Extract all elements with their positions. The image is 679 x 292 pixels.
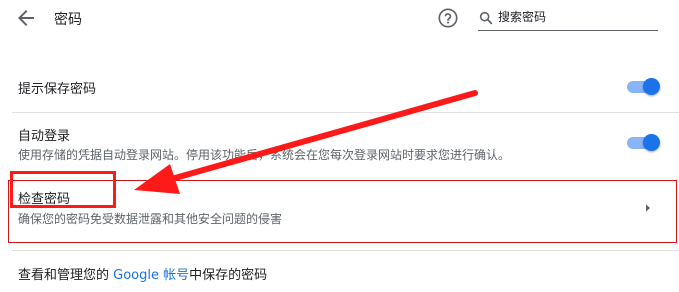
auto-signin-label: 自动登录 (18, 129, 71, 144)
divider (12, 250, 679, 251)
manage-passwords-row: 查看和管理您的 Google 帐号中保存的密码 (0, 256, 679, 290)
check-passwords-description: 确保您的密码免受数据泄露和其他安全问题的侵害 (18, 212, 283, 226)
help-circle-icon[interactable] (437, 7, 459, 29)
manage-passwords-text: 查看和管理您的 Google 帐号中保存的密码 (18, 264, 267, 283)
google-account-link[interactable]: Google 帐号 (113, 268, 189, 283)
arrow-back-icon[interactable] (14, 6, 38, 30)
offer-to-save-label: 提示保存密码 (18, 82, 97, 97)
search-icon (479, 11, 493, 25)
search-input[interactable] (498, 7, 654, 27)
page-header: 密码 (0, 0, 679, 38)
offer-to-save-row: 提示保存密码 (0, 70, 679, 104)
manage-prefix: 查看和管理您的 (18, 268, 114, 283)
manage-suffix: 中保存的密码 (189, 268, 268, 283)
annotation-highlight-box (10, 171, 116, 208)
page-title: 密码 (54, 12, 82, 28)
offer-to-save-toggle[interactable] (627, 78, 660, 95)
search-box (478, 4, 658, 31)
toggle-knob (643, 78, 660, 95)
toggle-knob (643, 134, 660, 151)
auto-signin-toggle[interactable] (627, 134, 660, 151)
auto-signin-description: 使用存储的凭据自动登录网站。停用该功能后，系统会在您每次登录网站时要求您进行确认… (18, 148, 511, 162)
divider (12, 112, 679, 113)
auto-signin-row: 自动登录 使用存储的凭据自动登录网站。停用该功能后，系统会在您每次登录网站时要求… (0, 118, 679, 168)
chevron-right-icon[interactable] (643, 203, 653, 213)
